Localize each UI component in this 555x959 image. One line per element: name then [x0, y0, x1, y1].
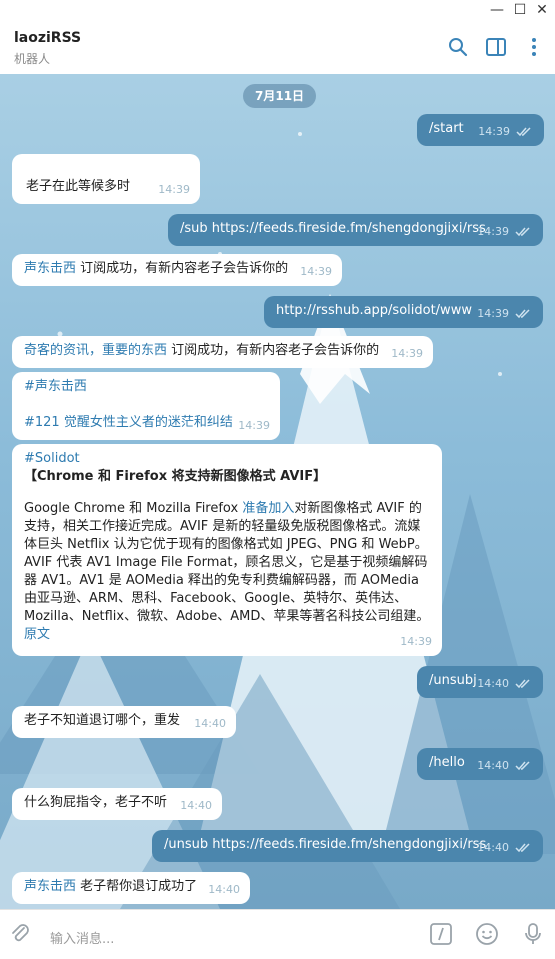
read-ticks-icon: [515, 227, 530, 237]
hashtag-link[interactable]: #Solidot: [24, 450, 430, 468]
message-text: 什么狗屁指令，老子不听: [24, 795, 168, 810]
message-incoming[interactable]: 什么狗屁指令，老子不听 14:40: [12, 788, 222, 820]
message-time: 14:40: [180, 799, 212, 812]
channel-link[interactable]: 奇客的资讯，重要的东西: [24, 343, 167, 358]
message-text: 老子帮你退订成功了: [76, 879, 198, 894]
message-text: /start: [429, 121, 464, 136]
read-ticks-icon: [515, 309, 530, 319]
message-text: 订阅成功，有新内容老子会告诉你的: [76, 261, 289, 276]
message-time: 14:39: [477, 225, 509, 238]
more-vertical-icon[interactable]: [523, 36, 545, 58]
message-time: 14:40: [477, 759, 509, 772]
message-incoming[interactable]: 声东击西 老子帮你退订成功了 14:40: [12, 872, 250, 904]
message-incoming-article[interactable]: #Solidot 【Chrome 和 Firefox 将支持新图像格式 AVIF…: [12, 444, 442, 656]
message-time: 14:39: [238, 419, 270, 432]
article-body-text: 对新图像格式 AVIF 的支持，相关工作接近完成。AVIF 是新的轻量级免版税图…: [24, 501, 430, 624]
message-text: 订阅成功，有新内容老子会告诉你的: [167, 343, 380, 358]
message-text: http://rsshub.app/solidot/www: [276, 303, 472, 318]
message-incoming[interactable]: #声东击西 #121 觉醒女性主义者的迷茫和纠结 14:39: [12, 372, 280, 440]
paperclip-icon[interactable]: [8, 922, 32, 946]
message-incoming[interactable]: 声东击西 订阅成功，有新内容老子会告诉你的 14:39: [12, 254, 342, 286]
message-outgoing[interactable]: /hello 14:40: [417, 748, 543, 780]
message-time: 14:40: [194, 717, 226, 730]
close-button[interactable]: ✕: [531, 0, 553, 20]
episode-link[interactable]: #121 觉醒女性主义者的迷茫和纠结: [24, 414, 268, 432]
read-ticks-icon: [516, 127, 531, 137]
article-inline-link[interactable]: 准备加入: [242, 501, 294, 516]
message-incoming[interactable]: 老子在此等候多时 14:39: [12, 154, 200, 204]
message-incoming[interactable]: 老子不知道退订哪个，重发 14:40: [12, 706, 236, 738]
message-time: 14:40: [477, 841, 509, 854]
article-headline: 【Chrome 和 Firefox 将支持新图像格式 AVIF】: [24, 469, 327, 484]
channel-link[interactable]: 声东击西: [24, 879, 76, 894]
message-time: 14:40: [208, 883, 240, 896]
bot-commands-icon[interactable]: [429, 922, 453, 946]
message-time: 14:39: [400, 635, 432, 648]
chat-subtitle: 机器人: [14, 52, 51, 66]
message-outgoing[interactable]: /start 14:39: [417, 114, 544, 146]
message-meta: 14:39: [478, 123, 532, 141]
article-body-text: Google Chrome 和 Mozilla Firefox: [24, 501, 243, 516]
message-meta: 14:39: [477, 305, 531, 323]
message-incoming[interactable]: 奇客的资讯，重要的东西 订阅成功，有新内容老子会告诉你的 14:39: [12, 336, 433, 368]
message-outgoing[interactable]: /unsub https://feeds.fireside.fm/shengdo…: [152, 830, 543, 862]
maximize-button[interactable]: ☐: [509, 0, 531, 20]
message-time: 14:39: [158, 183, 190, 196]
message-outgoing[interactable]: /sub https://feeds.fireside.fm/shengdong…: [168, 214, 543, 246]
message-composer: 输入消息...: [0, 909, 555, 959]
message-text: 老子不知道退订哪个，重发: [24, 713, 181, 728]
message-text: /unsub https://feeds.fireside.fm/shengdo…: [164, 837, 487, 852]
hashtag-link[interactable]: #声东击西: [24, 378, 268, 396]
chat-header: laoziRSS 机器人: [0, 20, 555, 75]
message-outgoing[interactable]: http://rsshub.app/solidot/www 14:39: [264, 296, 543, 328]
emoji-icon[interactable]: [475, 922, 499, 946]
search-icon[interactable]: [447, 36, 469, 58]
message-text: 老子在此等候多时: [26, 179, 131, 194]
message-meta: 14:39: [477, 223, 531, 241]
message-text: /hello: [429, 755, 465, 770]
message-time: 14:40: [477, 677, 509, 690]
chat-area[interactable]: 7月11日 /start 14:39 老子在此等候多时 14:39 /sub h…: [0, 74, 555, 909]
message-time: 14:39: [300, 265, 332, 278]
message-outgoing[interactable]: /unsubj 14:40: [417, 666, 543, 698]
message-time: 14:39: [391, 347, 423, 360]
source-link[interactable]: 原文: [24, 626, 430, 644]
sidebar-toggle-icon[interactable]: [485, 36, 507, 58]
message-time: 14:39: [477, 307, 509, 320]
channel-link[interactable]: 声东击西: [24, 261, 76, 276]
message-meta: 14:40: [477, 757, 531, 775]
date-separator: 7月11日: [243, 84, 317, 108]
read-ticks-icon: [515, 843, 530, 853]
message-time: 14:39: [478, 125, 510, 138]
message-text: /unsubj: [429, 673, 477, 688]
window-titlebar: — ☐ ✕: [0, 0, 555, 20]
minimize-button[interactable]: —: [486, 0, 508, 20]
chat-title[interactable]: laoziRSS: [14, 30, 81, 46]
message-input[interactable]: 输入消息...: [50, 928, 114, 947]
message-meta: 14:40: [477, 675, 531, 693]
message-text: /sub https://feeds.fireside.fm/shengdong…: [180, 221, 486, 236]
microphone-icon[interactable]: [521, 922, 545, 946]
read-ticks-icon: [515, 761, 530, 771]
article-body: Google Chrome 和 Mozilla Firefox 准备加入对新图像…: [24, 500, 430, 626]
message-meta: 14:40: [477, 839, 531, 857]
read-ticks-icon: [515, 679, 530, 689]
